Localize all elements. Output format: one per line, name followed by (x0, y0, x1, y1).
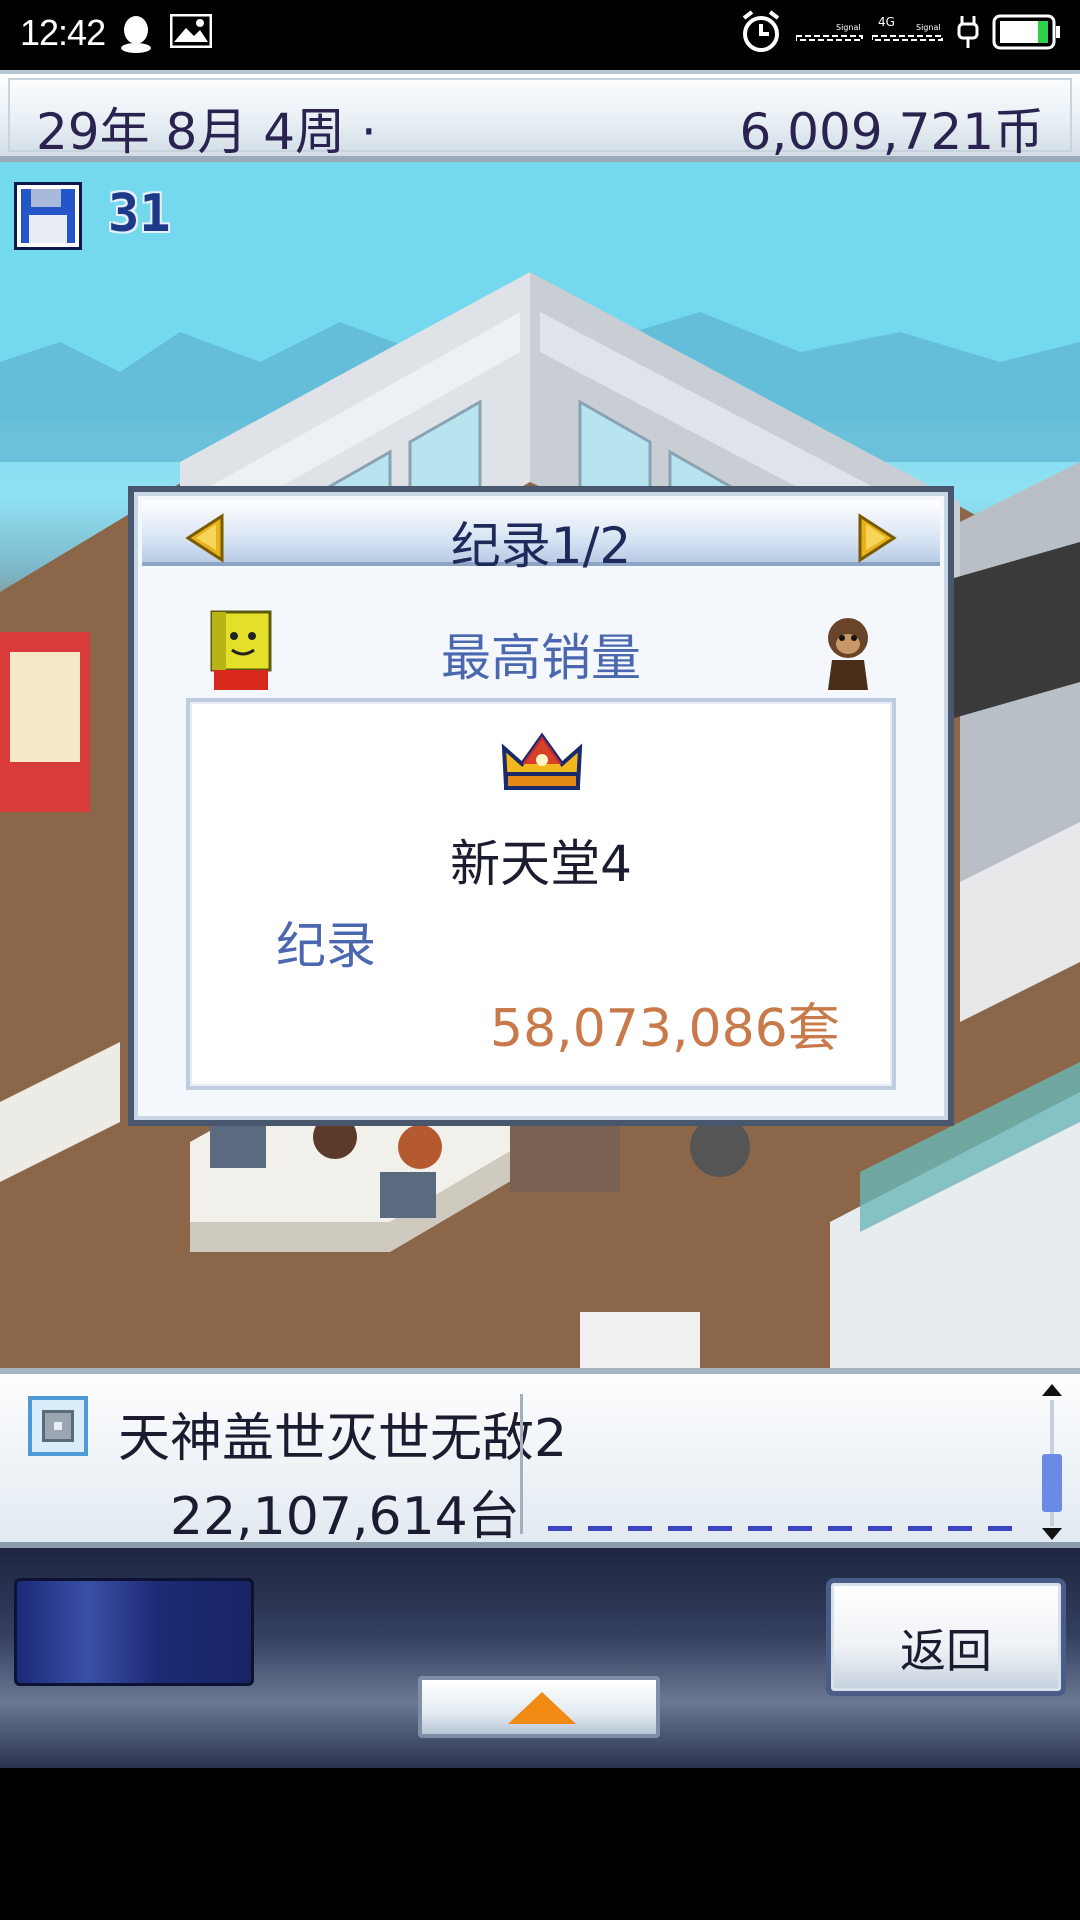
signal-label-1: Signal (836, 23, 861, 32)
image-icon (170, 14, 212, 48)
office-scene[interactable]: 31 纪录1/2 最高销量 新天堂4 纪录 58,073,086套 (0, 162, 1080, 1368)
signal-label-2: Signal (916, 23, 941, 32)
back-button-label: 返回 (900, 1624, 992, 1678)
charging-icon (957, 16, 979, 48)
record-label: 纪录 (276, 917, 376, 975)
scroll-down-arrow-icon[interactable] (1042, 1528, 1062, 1540)
crown-icon (501, 732, 583, 790)
back-button[interactable]: 返回 (826, 1578, 1066, 1696)
4g-signal-icon: 4G Signal (872, 15, 943, 41)
dialog-header: 纪录1/2 (142, 500, 940, 575)
dialog-title: 纪录1/2 (450, 517, 632, 575)
game-date: 29年 8月 4周 · (36, 103, 377, 161)
monkey-character-icon (828, 618, 868, 690)
network-type-label: 4G (878, 15, 895, 29)
qq-icon (121, 16, 151, 53)
record-game-name: 新天堂4 (450, 835, 632, 893)
scroll-up-arrow-icon[interactable] (1042, 1384, 1062, 1396)
record-detail-box: 新天堂4 纪录 58,073,086套 (186, 698, 896, 1090)
console-icon (28, 1396, 88, 1456)
battery-icon (992, 14, 1060, 50)
next-page-arrow-icon[interactable] (854, 512, 900, 564)
save-count: 31 (108, 184, 171, 244)
scroll-thumb[interactable] (1042, 1454, 1062, 1512)
status-bar: 12:42 Signal 4G Signal (0, 0, 1080, 68)
expand-up-button[interactable] (418, 1676, 660, 1738)
control-bar: 返回 (0, 1548, 1080, 1768)
alarm-icon (742, 10, 780, 52)
info-scrollbar[interactable] (1038, 1384, 1066, 1540)
up-arrow-icon (508, 1692, 576, 1724)
top-info-bar: 29年 8月 4周 · 6,009,721币 (0, 70, 1080, 162)
menu-button[interactable] (14, 1578, 254, 1686)
console-units-sold: 22,107,614台 (170, 1487, 520, 1547)
save-icon[interactable] (14, 182, 82, 250)
signal-icon: Signal (796, 23, 863, 41)
progress-dash-line (548, 1526, 1024, 1531)
console-info-panel[interactable]: 天神盖世灭世无敌2 22,107,614台 (0, 1368, 1080, 1548)
panel-divider (520, 1394, 523, 1534)
money-counter: 6,009,721币 (739, 103, 1044, 161)
record-value: 58,073,086套 (490, 999, 840, 1059)
record-dialog: 纪录1/2 最高销量 新天堂4 纪录 58,073,086套 (128, 486, 954, 1126)
console-name: 天神盖世灭世无敌2 (118, 1409, 568, 1469)
status-time: 12:42 (20, 12, 106, 53)
